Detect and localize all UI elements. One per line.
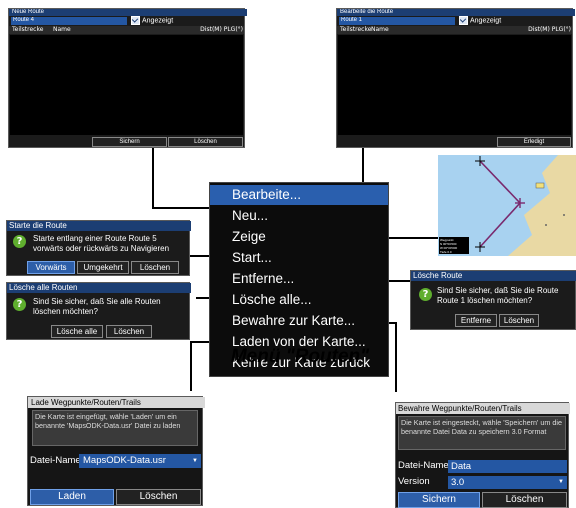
load-description: Die Karte ist eingefügt, wähle 'Laden' u…: [32, 410, 198, 446]
col-name: Name: [371, 26, 389, 33]
new-route-title: Neue Route: [9, 9, 247, 16]
menu-item-new[interactable]: Neu...: [210, 206, 388, 226]
col-name: Name: [53, 26, 71, 33]
shown-checkbox[interactable]: Angezeigt: [459, 16, 501, 25]
chevron-down-icon: ▼: [192, 458, 198, 464]
col-dist: Dist(M) PLG(°): [200, 26, 243, 33]
cancel-button[interactable]: Löschen: [106, 325, 152, 338]
check-icon: [131, 16, 140, 25]
col-dist: Dist(M) PLG(°): [528, 26, 571, 33]
menu-caption: Menü "Routen": [230, 346, 370, 367]
depth-mark: [563, 214, 565, 216]
route-name-field[interactable]: Route 1: [339, 17, 455, 25]
start-route-message: Starte entlang einer Route Route 5 vorwä…: [33, 234, 169, 254]
route-legs-list[interactable]: [10, 35, 243, 135]
connector-line: [152, 147, 154, 209]
remove-button[interactable]: Entferne: [455, 314, 497, 327]
load-dialog-title: Lade Wegpunkte/Routen/Trails: [28, 397, 205, 408]
message-line: vorwärts oder rückwärts zu Navigieren: [33, 244, 170, 253]
save-dialog: Bewahre Wegpunkte/Routen/Trails Die Kart…: [395, 402, 570, 508]
delete-all-message: Sind Sie sicher, daß Sie alle Routen lös…: [33, 297, 161, 317]
save-button[interactable]: Sichern: [398, 492, 480, 508]
map-preview[interactable]: Wegpunkt N 00°00'000 W 00°00'000 Tiefe 0…: [438, 155, 576, 256]
question-icon: ?: [419, 288, 432, 301]
new-route-dialog: Neue Route Route 4 Angezeigt Teilstrecke…: [8, 8, 247, 148]
save-description: Die Karte ist eingesteckt, wähle 'Speich…: [398, 416, 566, 450]
start-route-dialog: Starte die Route ? Starte entlang einer …: [6, 220, 191, 276]
depth-mark: [545, 224, 547, 226]
delete-route-title: Lösche Route: [411, 271, 576, 281]
col-leg: Teilstrecke: [340, 26, 372, 33]
menu-item-show[interactable]: Zeige: [210, 227, 388, 247]
chevron-down-icon: ▼: [558, 479, 564, 485]
delete-route-dialog: Lösche Route ? Sind Sie sicher, daß Sie …: [410, 270, 576, 330]
route-legs-list[interactable]: [338, 35, 571, 135]
shown-label: Angezeigt: [470, 17, 502, 25]
version-value: 3.0: [451, 477, 465, 488]
waypoint-info-box: Wegpunkt N 00°00'000 W 00°00'000 Tiefe 0…: [439, 237, 469, 254]
save-button[interactable]: Sichern: [92, 137, 167, 147]
delete-all-title: Lösche alle Routen: [7, 283, 191, 293]
message-line: Route 1 löschen möchten?: [437, 296, 533, 305]
menu-item-delete-all[interactable]: Lösche alle...: [210, 290, 388, 310]
delete-all-button[interactable]: Lösche alle: [51, 325, 103, 338]
load-dialog: Lade Wegpunkte/Routen/Trails Die Karte i…: [27, 396, 205, 506]
col-leg: Teilstrecke: [12, 26, 44, 33]
connector-line: [190, 341, 192, 391]
column-header: Teilstrecke Name Dist(M) PLG(°): [9, 26, 244, 34]
menu-item-remove[interactable]: Entferne...: [210, 269, 388, 289]
question-icon: ?: [13, 298, 26, 311]
version-select[interactable]: 3.0 ▼: [448, 476, 567, 489]
delete-all-dialog: Lösche alle Routen ? Sind Sie sicher, da…: [6, 282, 191, 340]
connector-line: [362, 147, 364, 187]
file-name-label: Datei-Name: [398, 460, 449, 471]
save-dialog-title: Bewahre Wegpunkte/Routen/Trails: [396, 403, 570, 414]
start-route-title: Starte die Route: [7, 221, 191, 231]
file-name-label: Datei-Name: [30, 455, 81, 466]
question-icon: ?: [13, 235, 26, 248]
edit-route-dialog: Bearbeite die Route Route 1 Angezeigt Te…: [336, 8, 575, 148]
message-line: Sind Sie sicher, daß Sie alle Routen: [33, 297, 161, 306]
shown-checkbox[interactable]: Angezeigt: [131, 16, 173, 25]
island: [534, 231, 562, 256]
info-line: Tiefe 0.0: [440, 250, 452, 254]
edit-route-title: Bearbeite die Route: [337, 9, 575, 16]
file-name-field[interactable]: Data: [448, 460, 567, 473]
column-header: Teilstrecke Name Dist(M) PLG(°): [337, 26, 572, 34]
file-name-value: MapsODK-Data.usr: [83, 455, 166, 466]
cancel-button[interactable]: Löschen: [131, 261, 179, 274]
delete-route-message: Sind Sie sicher, daß Sie die Route Route…: [437, 286, 558, 306]
message-line: Starte entlang einer Route Route 5: [33, 234, 157, 243]
connector-line: [395, 322, 397, 392]
message-line: löschen möchten?: [33, 307, 98, 316]
message-line: Sind Sie sicher, daß Sie die Route: [437, 286, 559, 295]
delete-button[interactable]: Löschen: [168, 137, 243, 147]
version-label: Version: [398, 476, 430, 487]
forward-button[interactable]: Vorwärts: [27, 261, 75, 274]
cancel-button[interactable]: Löschen: [482, 492, 567, 508]
menu-item-edit[interactable]: Bearbeite...: [210, 185, 388, 205]
menu-item-start[interactable]: Start...: [210, 248, 388, 268]
cancel-button[interactable]: Löschen: [116, 489, 201, 505]
file-name-field[interactable]: MapsODK-Data.usr ▼: [79, 454, 201, 468]
check-icon: [459, 16, 468, 25]
buoy-icon: [535, 182, 545, 189]
reverse-button[interactable]: Umgekehrt: [77, 261, 129, 274]
shown-label: Angezeigt: [142, 17, 174, 25]
load-button[interactable]: Laden: [30, 489, 114, 505]
route-name-field[interactable]: Route 4: [11, 17, 127, 25]
cancel-button[interactable]: Löschen: [499, 314, 539, 327]
menu-item-save-to-card[interactable]: Bewahre zur Karte...: [210, 311, 388, 331]
done-button[interactable]: Erledigt: [497, 137, 571, 147]
